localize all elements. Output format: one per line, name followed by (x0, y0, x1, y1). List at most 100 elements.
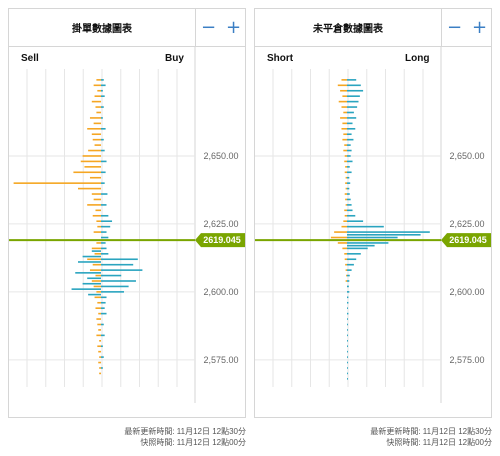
bar (101, 182, 105, 184)
bar (101, 204, 107, 206)
bar (91, 133, 101, 136)
plus-icon[interactable]: + (472, 18, 487, 37)
orderbook-panel: 掛單數據圖表 − + Sell Buy 1.00.80.50.3%0.30.50… (8, 8, 246, 418)
bar (101, 296, 107, 299)
bar (101, 280, 136, 282)
bar (94, 296, 101, 299)
bar (342, 95, 347, 97)
bar (93, 231, 101, 233)
bar (93, 122, 101, 125)
orderbook-chart[interactable]: 1.00.80.50.3%0.30.50.81.02,650.002,625.0… (9, 47, 246, 403)
bar (347, 182, 351, 184)
bar (101, 193, 108, 195)
bar (347, 176, 350, 179)
bar (347, 339, 348, 342)
bar (96, 242, 101, 244)
bar (334, 231, 347, 233)
bar (347, 307, 348, 309)
bar (101, 149, 105, 152)
bar (347, 253, 361, 255)
bar (344, 171, 347, 174)
bar (101, 301, 106, 304)
bar (345, 176, 347, 179)
bar (347, 127, 356, 130)
bar (337, 242, 347, 244)
bar (347, 89, 364, 92)
bar (87, 127, 101, 130)
bar (347, 318, 348, 320)
bar (341, 127, 347, 130)
bar (96, 318, 101, 320)
bar (347, 214, 356, 217)
bar (94, 253, 101, 255)
bar (101, 345, 103, 348)
bar (101, 307, 105, 309)
bar (101, 79, 104, 81)
bar (88, 149, 101, 152)
last-updated-text: 最新更新時間: 11月12日 12點30分 (124, 427, 246, 436)
bar (343, 133, 347, 136)
bar (347, 187, 350, 190)
bar (13, 182, 102, 184)
bar (101, 247, 107, 250)
bar (99, 367, 101, 369)
bar (82, 155, 101, 157)
bar (344, 253, 347, 255)
bar (347, 329, 348, 331)
bar (347, 220, 364, 223)
bar (92, 214, 101, 217)
bar (92, 263, 101, 266)
bar (347, 242, 389, 244)
bar (101, 312, 107, 315)
bar (347, 209, 353, 212)
bar (345, 263, 347, 266)
bar (347, 356, 348, 358)
bar (101, 367, 103, 369)
bar (91, 247, 101, 250)
footer-left: 最新更新時間: 11月12日 12點30分 快照時間: 11月12日 12點00… (124, 426, 246, 448)
bar (97, 225, 101, 228)
bar (347, 233, 421, 236)
bar (101, 117, 103, 119)
minus-icon[interactable]: − (447, 18, 462, 37)
bar (94, 144, 101, 146)
bar (99, 356, 101, 358)
price-tick-label: 2,650.00 (203, 151, 238, 161)
bar (337, 84, 347, 87)
bar (101, 263, 134, 266)
bar (82, 255, 101, 258)
bar (347, 122, 353, 125)
plus-icon[interactable]: + (226, 18, 241, 37)
bar (91, 100, 101, 103)
bar (98, 312, 101, 315)
bar (78, 261, 101, 263)
bar (347, 263, 354, 266)
minus-icon[interactable]: − (201, 18, 216, 37)
bar (347, 231, 430, 233)
bar (340, 89, 347, 92)
bar (101, 171, 106, 174)
bar (89, 117, 101, 119)
bar (347, 334, 348, 337)
bar (82, 282, 101, 285)
bar (345, 269, 347, 271)
bar (347, 378, 348, 380)
bar (347, 312, 349, 315)
bar (347, 372, 348, 375)
bar (345, 187, 347, 190)
bar (347, 144, 351, 146)
bar (98, 350, 101, 353)
footer-right: 最新更新時間: 11月12日 12點30分 快照時間: 11月12日 12點00… (370, 426, 492, 448)
price-tick-label: 2,575.00 (449, 355, 484, 365)
positions-chart[interactable]: 2.01.51.00.5%0.51.01.52.02,650.002,625.0… (255, 47, 492, 403)
bar (347, 301, 349, 304)
bar (88, 293, 101, 296)
bar (95, 307, 101, 309)
bar (347, 138, 354, 141)
bar (347, 166, 350, 168)
bar (101, 242, 106, 244)
bar (347, 361, 348, 364)
bar (347, 350, 348, 353)
bar (101, 334, 105, 337)
bar (347, 236, 398, 239)
